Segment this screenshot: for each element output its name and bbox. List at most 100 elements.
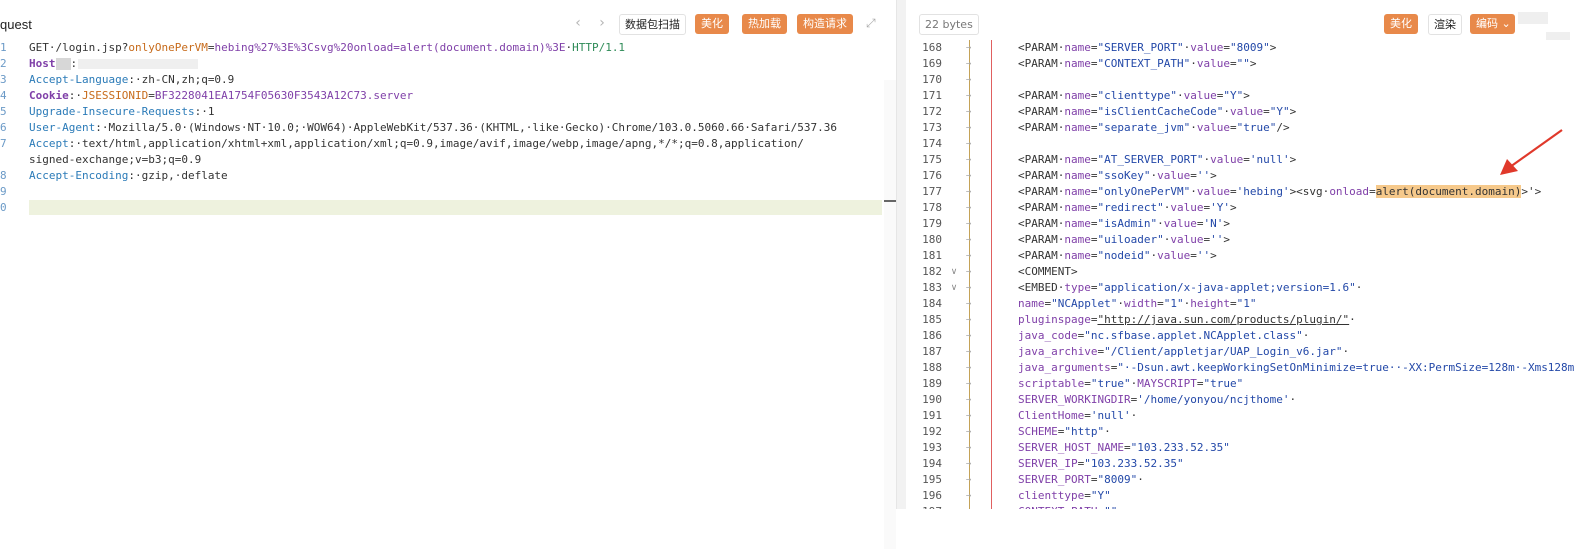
beautify-button[interactable]: 美化 [695, 14, 729, 34]
code-token: "nodeid" [1097, 249, 1151, 262]
code-token: "clienttype" [1097, 89, 1177, 102]
code-token: > [1210, 249, 1217, 262]
code-text: scriptable="true"·MAYSCRIPT="true" [1018, 376, 1243, 392]
code-token: User-Agent [29, 121, 96, 134]
split-gutter[interactable] [897, 0, 906, 509]
request-editor[interactable]: 1 GET·/login.jsp?onlyOnePerVM=hebing%27%3… [0, 40, 896, 549]
code-token: scriptable [1018, 377, 1085, 390]
code-token: 'null' [1090, 409, 1131, 422]
line-number: 188 [922, 361, 942, 374]
code-text: <COMMENT> [1018, 264, 1078, 280]
code-text: <PARAM·name="isAdmin"·value='N'> [1018, 216, 1230, 232]
code-token: SERVER_HOST_NAME [1018, 441, 1124, 454]
arrow-right-icon: → [966, 251, 972, 261]
hot-load-button[interactable]: 热加载 [742, 14, 787, 34]
arrow-right-icon: → [966, 235, 972, 245]
code-token: name [1064, 185, 1091, 198]
arrow-right-icon: → [966, 91, 972, 101]
chevron-left-icon[interactable]: ‹ [570, 15, 586, 31]
code-token: "application/x-java-applet;version=1.6" [1097, 281, 1356, 294]
line-number: 193 [922, 441, 942, 454]
code-text: name="NCApplet"·width="1"·height="1" [1018, 296, 1256, 312]
expand-icon[interactable]: ⤢ [866, 16, 880, 30]
arrow-right-icon: → [966, 491, 972, 501]
code-token: name [1064, 41, 1091, 54]
code-token: name [1064, 201, 1091, 214]
code-token: · [1289, 393, 1297, 406]
code-token: '' [1196, 169, 1211, 182]
code-text: clienttype="Y" [1018, 488, 1111, 504]
code-text: <PARAM·name="onlyOnePerVM"·value='hebing… [1018, 184, 1541, 200]
packet-scan-button[interactable]: 数据包扫描 [619, 14, 686, 35]
code-text: java_code="nc.sfbase.applet.NCApplet.cla… [1018, 328, 1309, 344]
code-token: '' [1196, 249, 1211, 262]
encoding-label: 编码 [1476, 17, 1498, 30]
line-number: 191 [922, 409, 942, 422]
code-token: value [1229, 105, 1264, 118]
code-token: value [1157, 169, 1191, 182]
response-editor[interactable]: 168 → <PARAM·name="SERVER_PORT"·value="800… [906, 40, 1575, 509]
code-token: "8009" [1229, 41, 1270, 54]
arrow-right-icon: → [966, 123, 972, 133]
code-text: java_archive="/Client/appletjar/UAP_Logi… [1018, 344, 1349, 360]
code-token: SCHEME [1018, 425, 1058, 438]
line-number: 9 [0, 185, 7, 198]
code-token: "" [1236, 57, 1250, 70]
fold-chevron-icon[interactable]: ∨ [948, 264, 960, 280]
code-token: '' [1210, 233, 1224, 246]
code-token: name [1064, 217, 1091, 230]
code-token: · [1137, 473, 1144, 486]
code-token: "Y" [1090, 489, 1111, 502]
line-number: 196 [922, 489, 942, 502]
arrow-right-icon: → [966, 315, 972, 325]
code-token: pluginspage [1018, 313, 1091, 326]
line-number: 179 [922, 217, 942, 230]
code-token: :·text/html,application/xhtml+xml,applic… [68, 137, 804, 150]
code-token: "1" [1236, 297, 1257, 310]
redacted-host [78, 59, 198, 69]
code-token: <PARAM· [1018, 169, 1065, 182]
code-token: "true" [1236, 121, 1277, 134]
code-text: CONTEXT_PATH="" [1018, 504, 1117, 509]
arrow-right-icon: → [966, 219, 972, 229]
response-beautify-button[interactable]: 美化 [1384, 14, 1418, 34]
code-token: value [1210, 153, 1244, 166]
code-token: <PARAM· [1018, 185, 1065, 198]
code-token: 'N' [1203, 217, 1224, 230]
code-token: Accept-Language [29, 73, 129, 86]
code-token: · [1190, 57, 1197, 70]
encoding-dropdown[interactable]: 编码 ⌄ [1470, 14, 1515, 34]
fold-chevron-icon[interactable]: ∨ [948, 280, 960, 296]
arrow-right-icon: → [966, 187, 972, 197]
annotation-arrow-head [1500, 159, 1518, 175]
code-token: Accept [29, 137, 69, 150]
construct-request-button[interactable]: 构造请求 [797, 14, 853, 34]
code-token: :·zh-CN,zh;q=0.9 [128, 73, 235, 86]
arrow-right-icon: → [966, 347, 972, 357]
code-token: hebing%27%3E%3Csvg%20onload=alert(docume… [214, 41, 566, 54]
code-text: Accept-Language:·zh-CN,zh;q=0.9 [29, 72, 234, 88]
code-token: <PARAM· [1018, 249, 1065, 262]
line-number: 192 [922, 425, 942, 438]
line-number: 6 [0, 121, 7, 134]
code-text: <PARAM·name="nodeid"·value=''> [1018, 248, 1217, 264]
line-number: 181 [922, 249, 942, 262]
code-token: '/home/yonyou/ncjthome' [1137, 393, 1290, 406]
line-number: 171 [922, 89, 942, 102]
code-token: :·gzip,·deflate [128, 169, 228, 182]
code-token: SERVER_IP [1018, 457, 1078, 470]
code-token: "·-Dsun.awt.keepWorkingSetOnMinimize=tru… [1117, 361, 1575, 374]
code-token: > [1223, 217, 1230, 230]
code-token: MAYSCRIPT [1137, 377, 1197, 390]
code-token: name [1064, 153, 1091, 166]
line-number: 2 [0, 57, 7, 70]
code-token: = [1123, 441, 1131, 454]
line-number: 186 [922, 329, 942, 342]
code-token: = [1190, 169, 1197, 182]
chevron-right-icon[interactable]: › [594, 15, 610, 31]
code-text: <PARAM·name="CONTEXT_PATH"·value=""> [1018, 56, 1256, 72]
arrow-right-icon: → [966, 139, 972, 149]
scrollbar[interactable] [884, 80, 896, 549]
render-button[interactable]: 渲染 [1428, 14, 1462, 35]
code-token: type [1064, 281, 1091, 294]
